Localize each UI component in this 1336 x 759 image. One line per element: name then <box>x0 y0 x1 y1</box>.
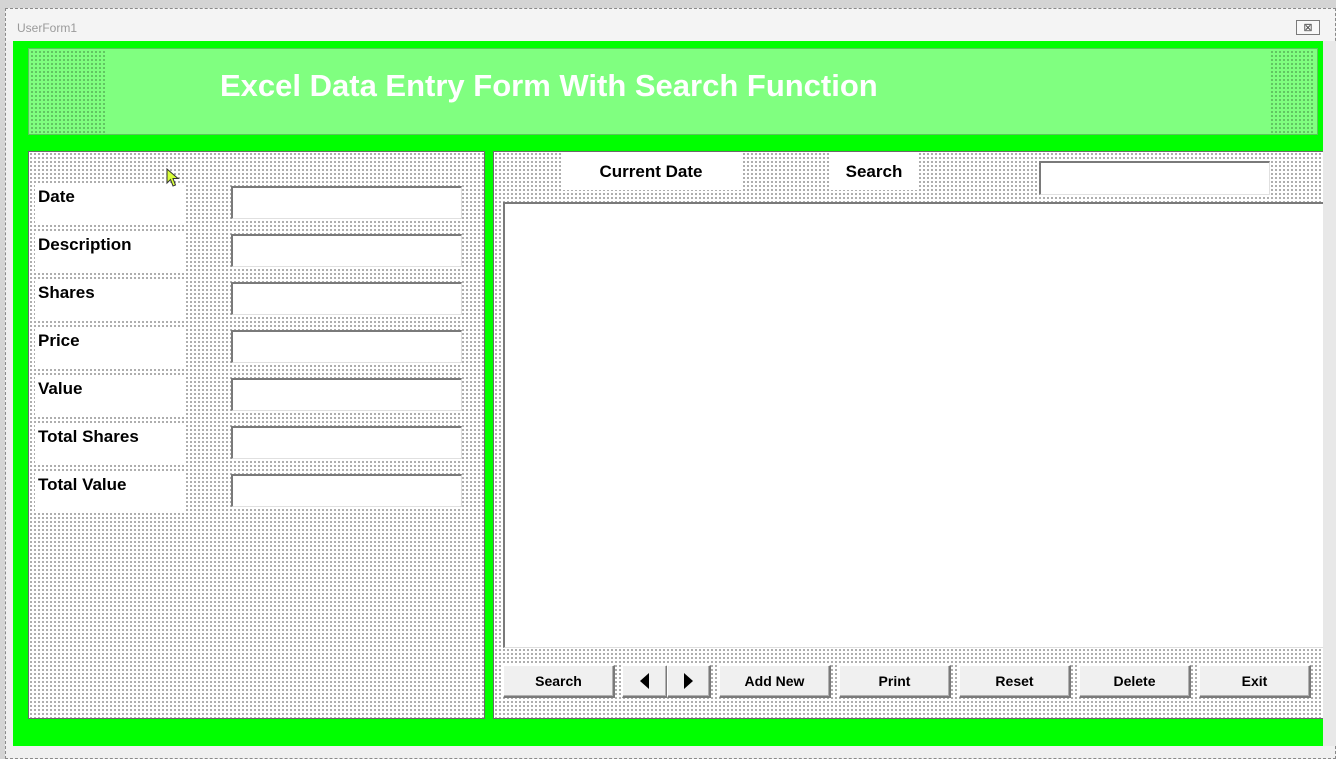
next-record-button[interactable] <box>667 665 711 698</box>
form-right-edge <box>1323 41 1336 746</box>
shares-label: Shares <box>35 279 185 319</box>
value-label: Value <box>35 375 185 415</box>
search-button[interactable]: Search <box>503 665 615 698</box>
mouse-cursor-icon <box>166 168 180 187</box>
previous-record-button[interactable] <box>622 665 668 698</box>
print-button[interactable]: Print <box>839 665 951 698</box>
exit-button[interactable]: Exit <box>1199 665 1311 698</box>
price-input[interactable] <box>231 330 462 363</box>
description-input[interactable] <box>231 234 462 267</box>
total-value-input[interactable] <box>231 474 462 507</box>
search-input[interactable] <box>1039 161 1270 195</box>
total-shares-input[interactable] <box>231 426 462 459</box>
delete-button[interactable]: Delete <box>1079 665 1191 698</box>
reset-button[interactable]: Reset <box>959 665 1071 698</box>
close-icon: ⊠ <box>1303 22 1313 34</box>
results-listbox[interactable] <box>503 202 1323 648</box>
header-grid-left <box>30 50 105 133</box>
title-bar <box>6 9 1335 41</box>
current-date-label: Current Date <box>561 152 741 190</box>
window-title: UserForm1 <box>17 21 78 35</box>
total-shares-label: Total Shares <box>35 423 185 463</box>
search-label: Search <box>829 152 919 190</box>
price-label: Price <box>35 327 185 367</box>
header-grid-right <box>1270 50 1315 133</box>
shares-input[interactable] <box>231 282 462 315</box>
total-value-label: Total Value <box>35 471 185 511</box>
date-input[interactable] <box>231 186 462 219</box>
close-button[interactable]: ⊠ <box>1296 20 1320 35</box>
page-title: Excel Data Entry Form With Search Functi… <box>220 68 878 103</box>
add-new-button[interactable]: Add New <box>719 665 831 698</box>
description-label: Description <box>35 231 185 271</box>
arrow-right-icon <box>684 673 693 689</box>
date-label: Date <box>35 183 185 223</box>
arrow-left-icon <box>640 673 649 689</box>
value-input[interactable] <box>231 378 462 411</box>
